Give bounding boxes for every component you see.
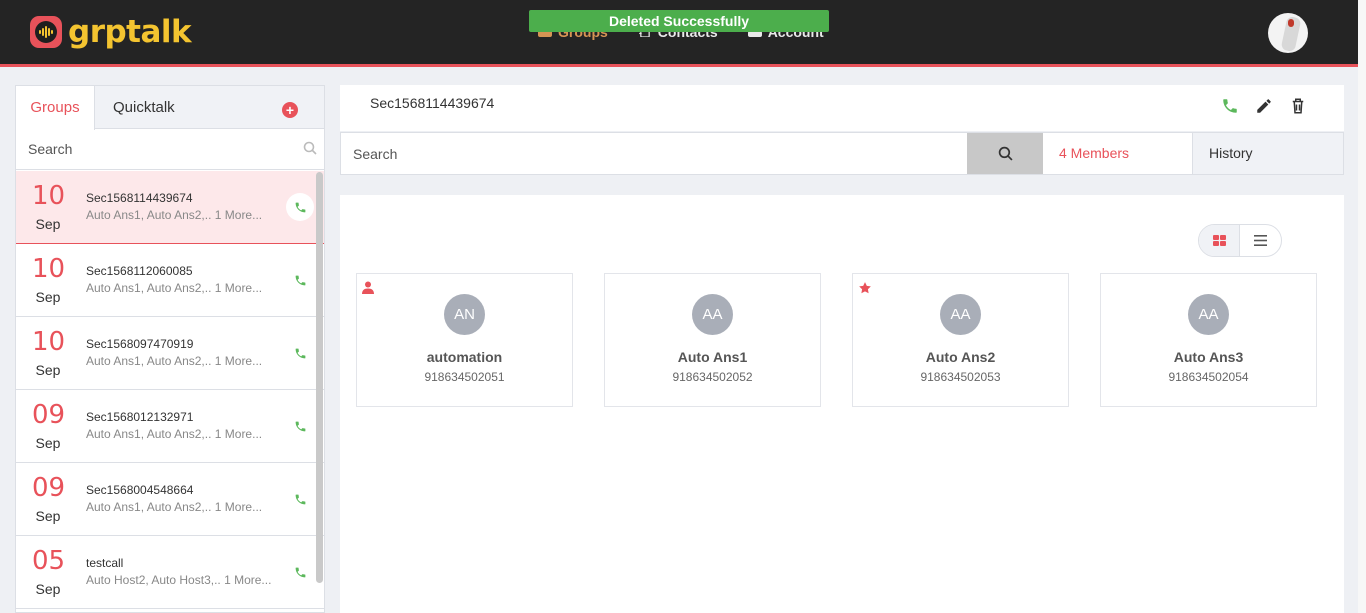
logo-text: grptalk	[68, 14, 192, 50]
group-day: 10	[32, 327, 66, 357]
group-title: Sec1568114439674	[370, 95, 495, 111]
page-scrollbar[interactable]	[1358, 0, 1366, 613]
groups-panel: Groups Quicktalk + 10 Sep Sec15681144396…	[15, 85, 325, 613]
group-list-scrollbar[interactable]	[316, 172, 323, 583]
member-card[interactable]: AA Auto Ans3 918634502054	[1100, 273, 1317, 407]
call-icon[interactable]	[286, 485, 314, 513]
list-view-icon[interactable]	[1240, 225, 1281, 256]
group-members: Auto Ans1, Auto Ans2,.. 1 More...	[86, 354, 263, 368]
logo-icon	[30, 16, 62, 48]
group-day: 05	[32, 546, 66, 576]
search-icon[interactable]	[303, 141, 317, 155]
group-members: Auto Ans1, Auto Ans2,.. 1 More...	[86, 281, 263, 295]
delete-icon[interactable]	[1288, 96, 1308, 116]
group-list-item[interactable]: 10 Sep Sec1568097470919 Auto Ans1, Auto …	[16, 317, 324, 390]
call-icon[interactable]	[286, 193, 314, 221]
search-button[interactable]	[967, 133, 1043, 174]
group-search	[16, 129, 324, 170]
group-month: Sep	[35, 362, 61, 378]
group-month: Sep	[35, 289, 61, 305]
top-navbar: grptalk Groups Contacts Account Deleted …	[0, 0, 1358, 67]
group-month: Sep	[35, 508, 61, 524]
group-list-item[interactable]: 10 Sep Sec1568114439674 Auto Ans1, Auto …	[16, 171, 324, 244]
group-month: Sep	[35, 435, 61, 451]
group-actions	[1220, 96, 1308, 116]
call-icon[interactable]	[1220, 96, 1240, 116]
group-month: Sep	[35, 581, 61, 597]
member-search-input[interactable]	[341, 133, 967, 174]
group-list-item[interactable]: 10 Sep Sec1568112060085 Auto Ans1, Auto …	[16, 244, 324, 317]
member-card[interactable]: AA Auto Ans2 918634502053	[852, 273, 1069, 407]
group-detail-header: Sec1568114439674	[340, 85, 1344, 131]
member-name: automation	[426, 349, 503, 365]
member-avatar: AN	[444, 294, 485, 335]
member-name: Auto Ans2	[925, 349, 996, 365]
edit-icon[interactable]	[1254, 96, 1274, 116]
group-members: Auto Host2, Auto Host3,.. 1 More...	[86, 573, 272, 587]
group-list-item[interactable]: 09 Sep Sec1568004548664 Auto Ans1, Auto …	[16, 463, 324, 536]
tab-quicktalk[interactable]: Quicktalk	[113, 86, 175, 129]
group-name: testcall	[86, 556, 124, 570]
member-avatar: AA	[1188, 294, 1229, 335]
member-name: Auto Ans1	[677, 349, 748, 365]
call-icon[interactable]	[286, 412, 314, 440]
group-day: 09	[32, 473, 66, 503]
member-card[interactable]: AN automation 918634502051	[356, 273, 573, 407]
member-phone: 918634502053	[920, 370, 1001, 384]
call-icon[interactable]	[286, 339, 314, 367]
call-icon[interactable]	[286, 558, 314, 586]
group-members: Auto Ans1, Auto Ans2,.. 1 More...	[86, 500, 263, 514]
member-phone: 918634502051	[424, 370, 505, 384]
group-members: Auto Ans1, Auto Ans2,.. 1 More...	[86, 427, 263, 441]
call-icon[interactable]	[286, 266, 314, 294]
group-day: 10	[32, 181, 66, 211]
group-day: 10	[32, 254, 66, 284]
tab-groups[interactable]: Groups	[16, 86, 95, 130]
group-list-item[interactable]: 05 Sep testcall Auto Host2, Auto Host3,.…	[16, 536, 324, 609]
member-card[interactable]: AA Auto Ans1 918634502052	[604, 273, 821, 407]
group-members: Auto Ans1, Auto Ans2,.. 1 More...	[86, 208, 263, 222]
member-avatar: AA	[692, 294, 733, 335]
group-name: Sec1568004548664	[86, 483, 194, 497]
group-list-item[interactable]: 09 Sep Sec1568012132971 Auto Ans1, Auto …	[16, 390, 324, 463]
success-toast: Deleted Successfully	[529, 10, 829, 32]
history-tab[interactable]: History	[1193, 133, 1343, 174]
user-avatar[interactable]	[1268, 13, 1308, 53]
member-phone: 918634502054	[1168, 370, 1249, 384]
person-icon	[362, 281, 374, 294]
member-name: Auto Ans3	[1173, 349, 1244, 365]
search-icon	[998, 146, 1013, 161]
member-avatar: AA	[940, 294, 981, 335]
group-month: Sep	[35, 216, 61, 232]
star-icon	[859, 282, 871, 294]
grid-view-icon[interactable]	[1199, 225, 1241, 256]
members-content: AN automation 918634502051 AA Auto Ans1 …	[340, 195, 1344, 613]
members-tab[interactable]: 4 Members	[1043, 133, 1193, 174]
member-phone: 918634502052	[672, 370, 753, 384]
group-search-input[interactable]	[16, 129, 286, 169]
group-list: 10 Sep Sec1568114439674 Auto Ans1, Auto …	[16, 171, 324, 613]
member-search-bar: 4 Members History	[340, 132, 1344, 175]
member-cards: AN automation 918634502051 AA Auto Ans1 …	[356, 273, 1317, 407]
group-name: Sec1568097470919	[86, 337, 194, 351]
group-name: Sec1568114439674	[86, 191, 193, 205]
view-toggle	[1198, 224, 1282, 257]
group-name: Sec1568112060085	[86, 264, 193, 278]
group-day: 09	[32, 400, 66, 430]
add-group-icon[interactable]: +	[282, 102, 298, 118]
panel-tabs: Groups Quicktalk +	[16, 86, 324, 130]
group-name: Sec1568012132971	[86, 410, 194, 424]
logo[interactable]: grptalk	[30, 14, 192, 50]
